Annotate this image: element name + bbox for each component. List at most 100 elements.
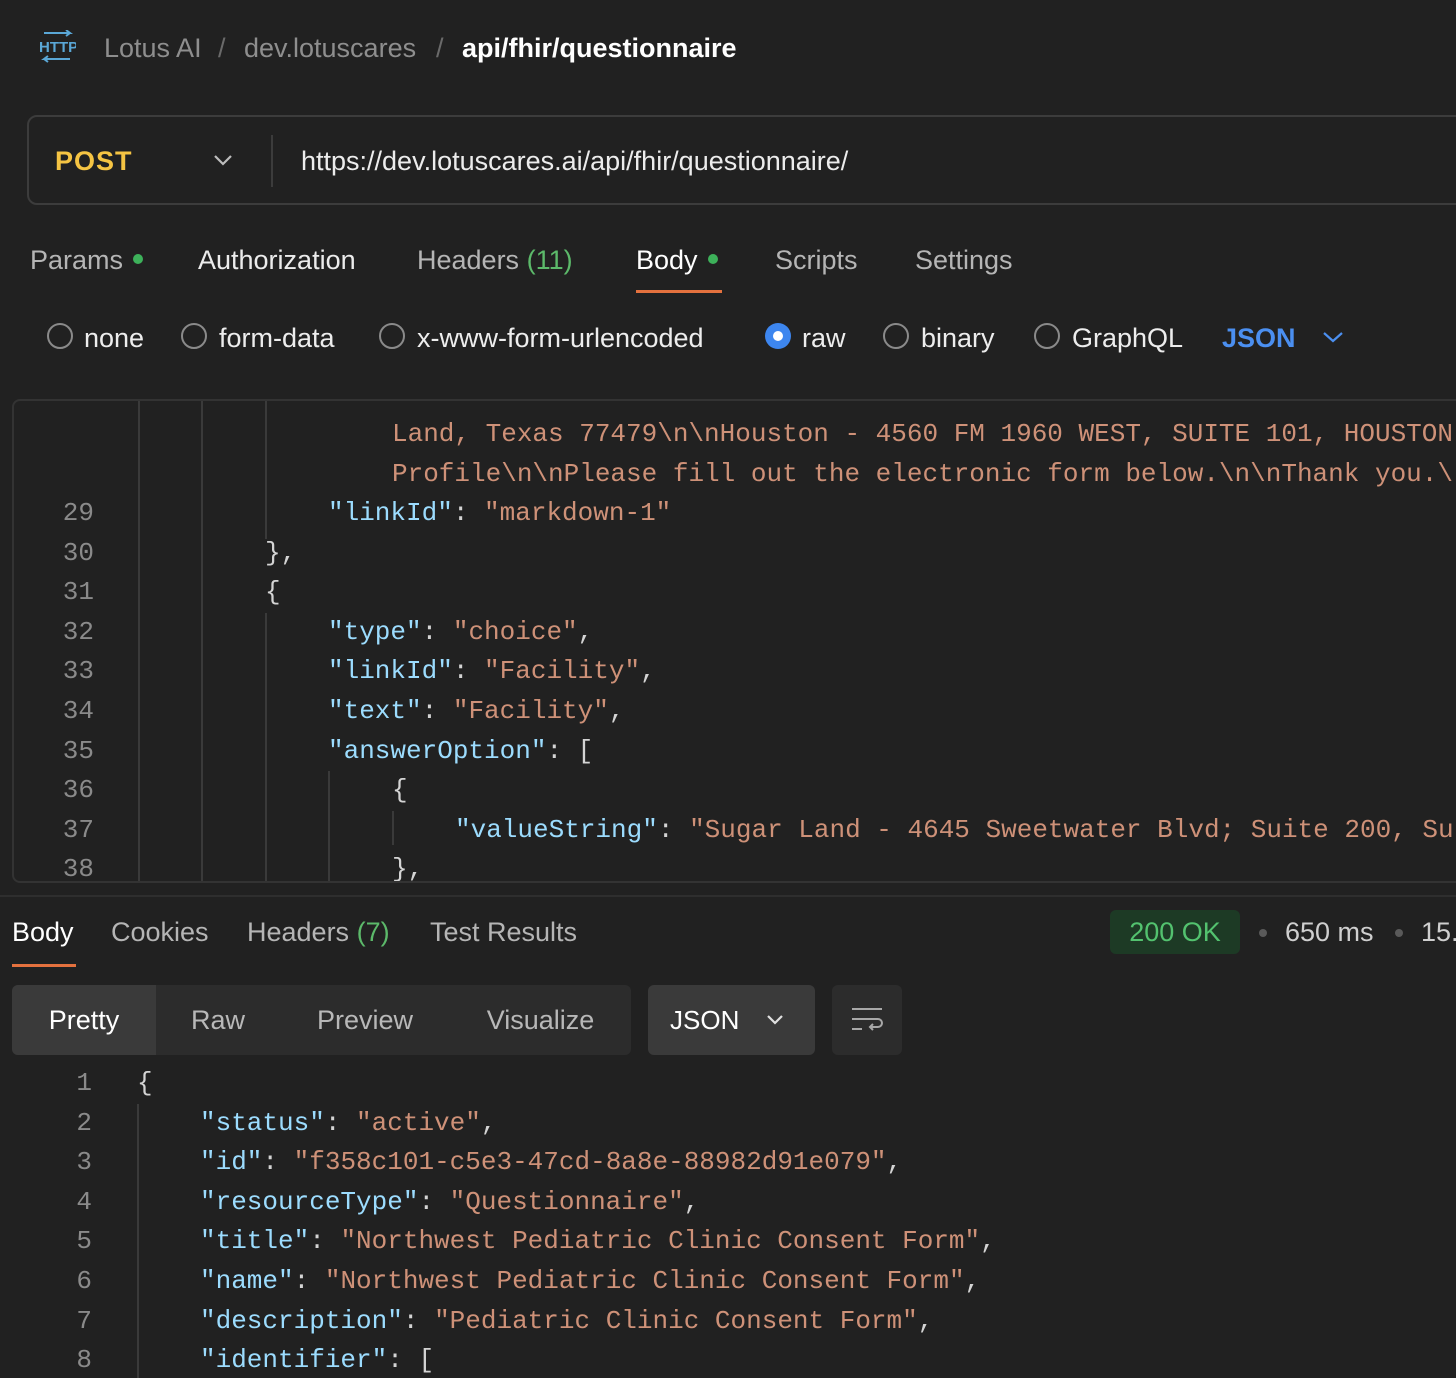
view-pretty-button[interactable]: Pretty — [12, 985, 156, 1055]
params-indicator-dot — [133, 253, 144, 264]
tab-label: Params — [30, 245, 124, 275]
json-value: "f358c101-c5e3-47cd-8a8e-88982d91e079" — [293, 1147, 887, 1177]
json-value: "Northwest Pediatric Clinic Consent Form… — [324, 1266, 965, 1296]
json-key: "identifier" — [200, 1345, 388, 1375]
radio-circle-selected[interactable] — [765, 323, 791, 349]
json-value: "choice" — [452, 617, 578, 647]
line-number: 32 — [62, 617, 94, 647]
http-icon: HTTP — [39, 30, 76, 63]
line-number: 35 — [62, 736, 94, 766]
wrap-lines-button[interactable] — [832, 985, 902, 1055]
radio-label: x-www-form-urlencoded — [417, 323, 704, 353]
tab-params[interactable]: Params — [30, 240, 144, 280]
chevron-down-icon[interactable] — [213, 153, 233, 167]
line-number: 1 — [76, 1068, 92, 1098]
line-number: 31 — [62, 577, 94, 607]
chevron-down-icon[interactable] — [1322, 330, 1344, 344]
json-comma: , — [640, 656, 656, 686]
response-size[interactable]: 15. — [1421, 912, 1456, 952]
line-number: 7 — [76, 1306, 92, 1336]
tab-settings[interactable]: Settings — [915, 240, 1013, 280]
breadcrumb-workspace[interactable]: Lotus AI — [104, 30, 202, 66]
view-raw-button[interactable]: Raw — [156, 985, 280, 1055]
body-indicator-dot — [707, 253, 718, 264]
json-comma: , — [577, 617, 594, 647]
radio-circle[interactable] — [379, 323, 405, 349]
radio-label: GraphQL — [1072, 323, 1184, 353]
response-tab-headers[interactable]: Headers (7) — [247, 912, 390, 952]
line-number: 37 — [62, 815, 94, 845]
line-number: 34 — [62, 696, 94, 726]
code-text: }, — [392, 854, 424, 883]
tab-scripts[interactable]: Scripts — [775, 240, 858, 280]
request-body-editor[interactable]: Land, Texas 77479\n\nHouston - 4560 FM 1… — [12, 399, 1456, 883]
code-text: Land, Texas 77479\n\nHouston - 4560 FM 1… — [392, 419, 1453, 449]
code-text: Profile\n\nPlease fill out the electroni… — [392, 459, 1453, 489]
code-line: 6 "name": "Northwest Pediatric Clinic Co… — [0, 1262, 1456, 1302]
headers-count: (11) — [526, 245, 573, 275]
json-value: "markdown-1" — [484, 498, 672, 528]
response-format-select[interactable]: JSON — [648, 985, 815, 1055]
json-comma: , — [608, 696, 625, 726]
line-number: 8 — [76, 1345, 92, 1375]
response-tab-cookies[interactable]: Cookies — [111, 912, 209, 952]
json-value: "Sugar Land - 4645 Sweetwater Blvd; Suit… — [689, 815, 1454, 845]
line-number: 3 — [76, 1147, 92, 1177]
line-number: 33 — [62, 656, 94, 686]
code-line: 30 }, — [14, 534, 1456, 574]
json-key: "linkId" — [328, 498, 453, 528]
breadcrumb-collection[interactable]: dev.lotuscares — [244, 30, 416, 66]
divider — [271, 135, 273, 187]
code-line: 32 "type": "choice", — [14, 613, 1456, 653]
separator-dot — [1395, 929, 1403, 937]
code-text: { — [265, 577, 281, 607]
tab-body[interactable]: Body — [636, 240, 718, 280]
line-number: 38 — [62, 854, 94, 883]
json-key: "linkId" — [328, 656, 453, 686]
json-value: "Facility" — [452, 696, 609, 726]
url-input[interactable]: https://dev.lotuscares.ai/api/fhir/quest… — [301, 141, 848, 181]
json-key: "description" — [200, 1306, 403, 1336]
json-key: "name" — [200, 1266, 294, 1296]
json-value: "Questionnaire" — [449, 1187, 684, 1217]
code-line: 38 }, — [14, 850, 1456, 883]
json-value: "active" — [356, 1108, 481, 1138]
code-line: 3 "id": "f358c101-c5e3-47cd-8a8e-88982d9… — [0, 1143, 1456, 1183]
json-value: "Pediatric Clinic Consent Form" — [434, 1306, 918, 1336]
radio-circle[interactable] — [47, 323, 73, 349]
url-bar: POST https://dev.lotuscares.ai/api/fhir/… — [27, 115, 1456, 205]
method-select[interactable]: POST — [55, 141, 133, 181]
code-line: 7 "description": "Pediatric Clinic Conse… — [0, 1302, 1456, 1342]
line-number: 29 — [62, 498, 94, 528]
json-comma: , — [980, 1226, 996, 1256]
response-time[interactable]: 650 ms — [1285, 912, 1374, 952]
response-tab-body[interactable]: Body — [12, 912, 74, 952]
response-body-viewer[interactable]: 1 { 2 "status": "active", 3 "id": "f358c… — [0, 1062, 1456, 1378]
tab-headers[interactable]: Headers (11) — [417, 240, 573, 280]
radio-circle[interactable] — [181, 323, 207, 349]
code-line: 4 "resourceType": "Questionnaire", — [0, 1183, 1456, 1223]
tab-authorization[interactable]: Authorization — [198, 240, 356, 280]
view-visualize-button[interactable]: Visualize — [450, 985, 631, 1055]
code-line: 1 { — [0, 1064, 1456, 1104]
tab-label: Body — [636, 245, 698, 275]
code-text: { — [137, 1068, 153, 1098]
line-number: 36 — [62, 775, 94, 805]
code-line: 35 "answerOption": [ — [14, 732, 1456, 772]
line-number: 6 — [76, 1266, 92, 1296]
wrap-lines-icon — [852, 1008, 883, 1031]
active-tab-underline — [12, 964, 76, 967]
json-value: "Northwest Pediatric Clinic Consent Form… — [340, 1226, 981, 1256]
pane-splitter[interactable] — [0, 895, 1456, 897]
body-format-select[interactable]: JSON — [1222, 318, 1296, 358]
radio-circle[interactable] — [1034, 323, 1060, 349]
code-line: 31 { — [14, 573, 1456, 613]
view-preview-button[interactable]: Preview — [280, 985, 450, 1055]
status-badge[interactable]: 200 OK — [1110, 910, 1240, 954]
response-tab-test-results[interactable]: Test Results — [430, 912, 577, 952]
code-line: 2 "status": "active", — [0, 1104, 1456, 1144]
breadcrumb-separator: / — [218, 33, 226, 63]
line-number: 2 — [76, 1108, 92, 1138]
radio-circle[interactable] — [883, 323, 909, 349]
breadcrumb-request-name[interactable]: api/fhir/questionnaire — [462, 30, 737, 66]
